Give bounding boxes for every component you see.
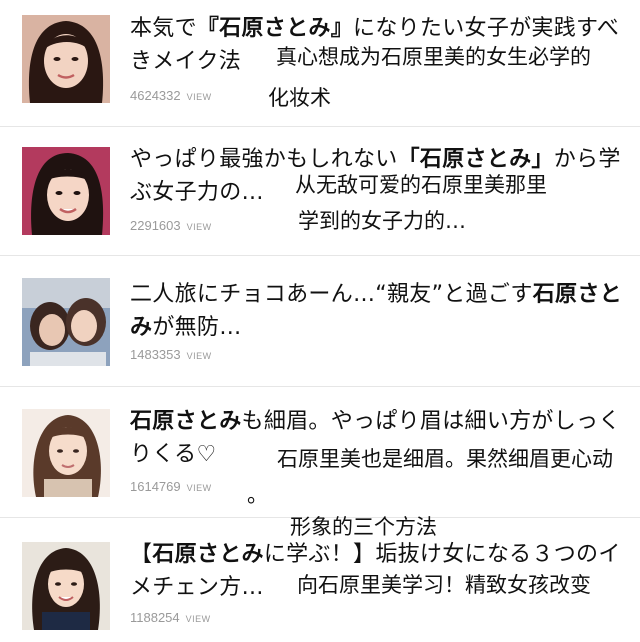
view-count: 1614769 VIEW	[130, 479, 212, 494]
article-thumbnail[interactable]	[22, 542, 110, 630]
view-count: 4624332 VIEW	[130, 88, 212, 103]
chinese-caption: 从无敌可爱的石原里美那里	[295, 170, 547, 200]
view-count: 2291603 VIEW	[130, 218, 212, 233]
view-count: 1188254 VIEW	[130, 610, 211, 625]
chinese-caption-line2: 形象的三个方法	[290, 515, 437, 539]
list-item[interactable]: 二人旅にチョコあーん…“親友”と過ごす石原さとみが無防… 1483353 VIEW	[0, 256, 640, 387]
chinese-caption: 石原里美也是细眉。果然细眉更心动	[277, 444, 613, 474]
chinese-caption: 向石原里美学习！精致女孩改变	[297, 570, 591, 600]
article-title[interactable]: 二人旅にチョコあーん…“親友”と過ごす石原さとみが無防…	[130, 278, 630, 344]
article-thumbnail[interactable]	[22, 15, 110, 103]
view-count: 1483353 VIEW	[130, 347, 212, 362]
article-list: 本気で『石原さとみ』になりたい女子が実践すべきメイク法 4624332 VIEW …	[0, 0, 640, 642]
article-thumbnail[interactable]	[22, 147, 110, 235]
chinese-caption-line2: 学到的女子力的…	[298, 209, 466, 233]
chinese-caption-line2: 。	[247, 483, 268, 507]
chinese-caption: 真心想成为石原里美的女生必学的	[276, 42, 591, 72]
article-thumbnail[interactable]	[22, 409, 110, 497]
chinese-caption-line2: 化妆术	[268, 86, 331, 110]
article-thumbnail[interactable]	[22, 278, 110, 366]
